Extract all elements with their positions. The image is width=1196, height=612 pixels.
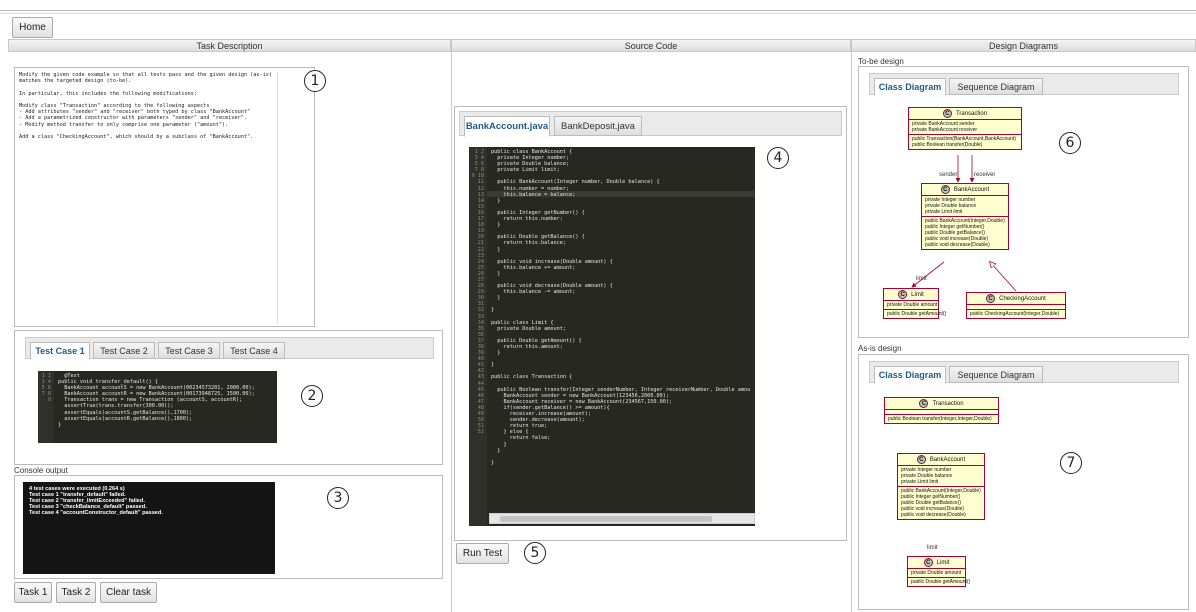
class-icon: C	[923, 558, 933, 567]
uml-class-transaction-as-is[interactable]: C Transaction public Boolean transfer(Int…	[884, 397, 999, 424]
class-name: Limit	[936, 559, 950, 566]
limit-label: limit	[916, 276, 927, 282]
marker-7: 7	[1060, 452, 1082, 474]
tab-sequence-diagram[interactable]: Sequence Diagram	[949, 366, 1043, 383]
class-methods: public Double getAmount()	[911, 579, 971, 585]
class-methods: public BankAccount(Integer,Double) publi…	[901, 488, 981, 518]
marker-6: 6	[1059, 132, 1081, 154]
class-icon: C	[916, 455, 926, 464]
uml-class-bankaccount-as-is[interactable]: C BankAccount private Integer number priv…	[897, 453, 985, 520]
sender-label: sender	[939, 172, 958, 178]
class-attributes: private Double amount	[908, 569, 965, 578]
association-limit	[911, 261, 945, 288]
class-methods: public Boolean transfer(Integer,Integer,…	[888, 416, 992, 422]
uml-class-limit-as-is[interactable]: C Limit private Double amount public Doub…	[907, 556, 971, 587]
class-attributes: private Integer number private Double ba…	[898, 466, 984, 487]
tab-class-diagram[interactable]: Class Diagram	[874, 366, 946, 384]
receiver-label: receiver	[974, 172, 996, 178]
class-icon: C	[919, 399, 929, 408]
as-is-design-label: As-is design	[858, 344, 902, 353]
as-is-diagram-tabs: Class Diagram Sequence Diagram	[869, 361, 1179, 384]
class-name: BankAccount	[929, 456, 966, 463]
class-name: Transaction	[932, 400, 964, 407]
generalization-checking	[990, 262, 1017, 292]
limit-label-as-is: limit	[927, 545, 938, 551]
